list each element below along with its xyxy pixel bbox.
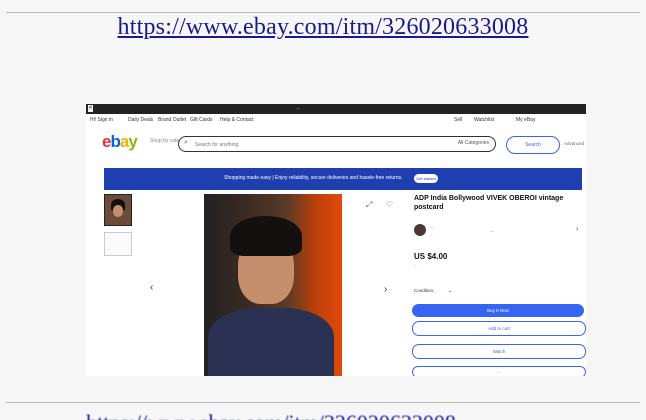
ebay-logo[interactable]: ebay <box>102 132 138 152</box>
nav-sell[interactable]: Sell <box>454 117 462 123</box>
expand-icon[interactable]: ⤢ <box>366 200 372 210</box>
advanced-link[interactable]: Advanced <box>564 141 584 146</box>
price-sub: ... <box>414 262 418 267</box>
url-heading[interactable]: https://www.ebay.com/itm/326020633008 <box>0 14 646 41</box>
condition-select[interactable]: Condition: <box>414 288 434 293</box>
close-icon[interactable]: ✕ <box>88 105 93 112</box>
nav-daily-deals[interactable]: Daily Deals <box>128 117 153 123</box>
browser-notice-bar: ✕ ... <box>86 104 586 114</box>
thumbnail-1[interactable] <box>104 194 132 226</box>
listing-title: ADP India Bollywood VIVEK OBEROI vintage… <box>414 195 564 211</box>
nav-brand-outlet[interactable]: Brand Outlet <box>158 117 186 123</box>
search-icon: ⌕ <box>184 139 188 146</box>
divider-top <box>6 12 640 13</box>
chevron-right-icon[interactable]: › <box>384 284 387 295</box>
banner-button[interactable]: Get started <box>414 174 438 183</box>
search-input[interactable] <box>193 138 417 151</box>
chevron-down-icon[interactable]: ⌄ <box>448 288 452 294</box>
nav-watchlist[interactable]: Watchlist <box>474 117 494 123</box>
search-bar: ⌕ All Categories <box>178 136 496 152</box>
top-nav: Hi! Sign in Daily Deals Brand Outlet Gif… <box>86 114 586 126</box>
heart-icon[interactable]: ♡ <box>386 200 393 209</box>
buy-now-button[interactable]: Buy It Now <box>412 304 584 317</box>
bottom-cut-url: https://www.ebay.com/itm/326020633008 <box>0 404 646 420</box>
divider-bottom <box>6 402 640 403</box>
nav-my-ebay[interactable]: My eBay <box>516 117 535 123</box>
seller-actions[interactable]: ... <box>490 228 494 233</box>
chevron-left-icon[interactable]: ‹ <box>150 282 153 293</box>
watch-button[interactable]: Watch <box>412 344 586 359</box>
page: https://www.ebay.com/itm/326020633008 ✕ … <box>0 0 646 420</box>
product-image[interactable] <box>204 194 342 376</box>
nav-help[interactable]: Help & Contact <box>220 117 254 123</box>
avatar[interactable] <box>414 224 426 236</box>
thumbnail-2[interactable] <box>104 232 132 256</box>
seller-name[interactable]: ... <box>430 224 434 229</box>
nav-sign-in[interactable]: Hi! Sign in <box>90 117 113 123</box>
promo-banner: Shopping made easy | Enjoy reliability, … <box>104 168 582 190</box>
chevron-right-icon[interactable]: › <box>576 226 578 233</box>
category-select[interactable]: All Categories <box>458 140 489 146</box>
search-button[interactable]: Search <box>506 136 560 154</box>
price: US $4.00 <box>414 252 448 261</box>
nav-gift-cards[interactable]: Gift Cards <box>190 117 213 123</box>
header: ebay Shop by category ⌕ All Categories S… <box>86 126 586 154</box>
shipping-button[interactable]: ... <box>412 366 586 376</box>
ebay-screenshot: ✕ ... Hi! Sign in Daily Deals Brand Outl… <box>86 104 586 376</box>
seller-feedback: ... <box>430 232 434 237</box>
add-to-cart-button[interactable]: Add to cart <box>412 321 586 336</box>
notice-text: ... <box>296 105 301 111</box>
banner-text: Shopping made easy | Enjoy reliability, … <box>224 175 403 181</box>
